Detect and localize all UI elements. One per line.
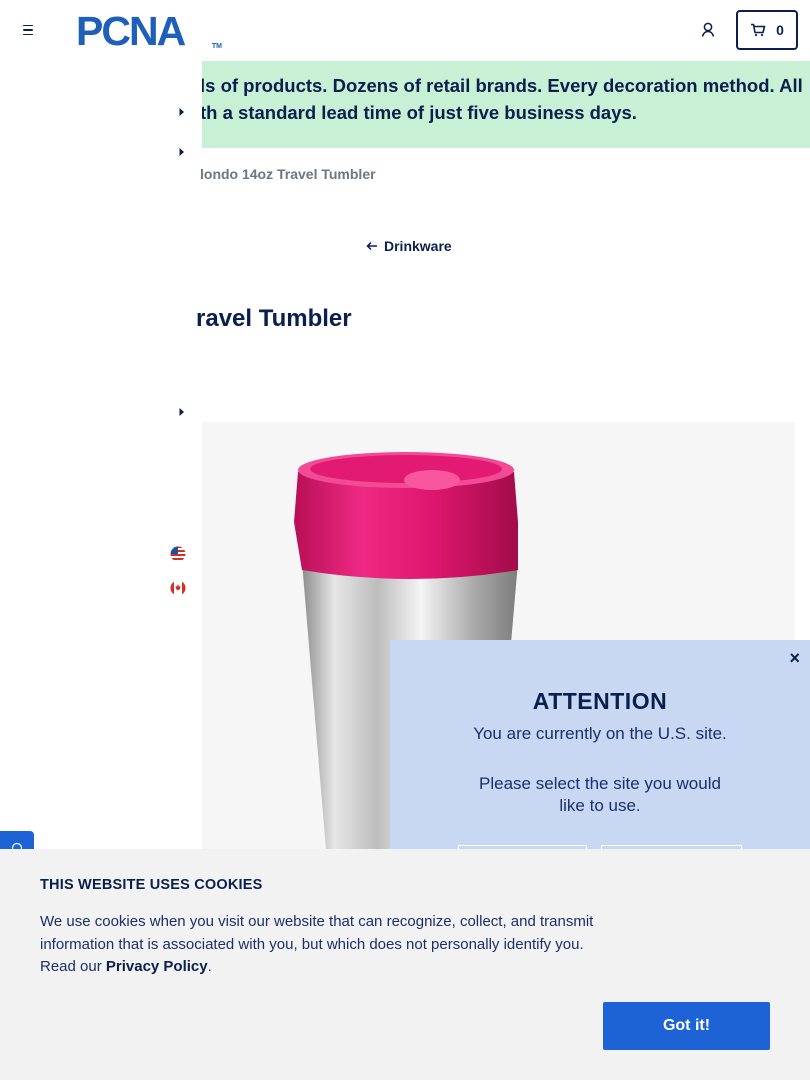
- drawer-expand-icon[interactable]: [178, 107, 186, 117]
- cookie-body: We use cookies when you visit our websit…: [40, 911, 600, 979]
- site-header: PCNA TM 0: [0, 0, 810, 60]
- back-link-label: Drinkware: [384, 238, 452, 254]
- page: PCNA TM 0 ls of products. Dozens of reta…: [0, 0, 810, 1080]
- pcna-logo[interactable]: PCNA TM: [76, 10, 226, 52]
- us-flag-icon[interactable]: [170, 546, 186, 562]
- cookie-banner: THIS WEBSITE USES COOKIES We use cookies…: [0, 849, 810, 1080]
- cart-button[interactable]: 0: [736, 10, 798, 50]
- close-icon[interactable]: ×: [789, 648, 800, 669]
- privacy-policy-link[interactable]: Privacy Policy: [106, 958, 208, 975]
- account-icon[interactable]: [698, 20, 718, 40]
- cookie-text-end: .: [207, 958, 212, 975]
- banner-line-1: ls of products. Dozens of retail brands.…: [200, 75, 803, 96]
- modal-subtitle: You are currently on the U.S. site.: [473, 724, 727, 743]
- breadcrumb[interactable]: londo 14oz Travel Tumbler: [200, 166, 376, 182]
- accept-cookies-button[interactable]: Got it!: [603, 1002, 770, 1050]
- cookie-title: THIS WEBSITE USES COOKIES: [40, 877, 263, 893]
- logo-trademark: TM: [211, 43, 222, 50]
- cart-count: 0: [776, 22, 784, 38]
- back-to-category-link[interactable]: Drinkware: [366, 238, 452, 254]
- promo-banner: ls of products. Dozens of retail brands.…: [200, 61, 810, 148]
- arrow-left-icon: [366, 241, 377, 251]
- canada-flag-icon[interactable]: [170, 580, 186, 596]
- modal-title: ATTENTION: [532, 688, 668, 714]
- product-title: ravel Tumbler: [196, 305, 352, 332]
- hamburger-menu-icon[interactable]: [18, 20, 38, 40]
- modal-question: Please select the site you would like to…: [479, 774, 721, 815]
- drawer-expand-icon[interactable]: [178, 147, 186, 157]
- logo-wordmark: PCNA: [76, 8, 186, 54]
- drawer-expand-icon[interactable]: [178, 407, 186, 417]
- banner-line-2: th a standard lead time of just five bus…: [200, 102, 637, 123]
- cart-icon: [751, 23, 766, 37]
